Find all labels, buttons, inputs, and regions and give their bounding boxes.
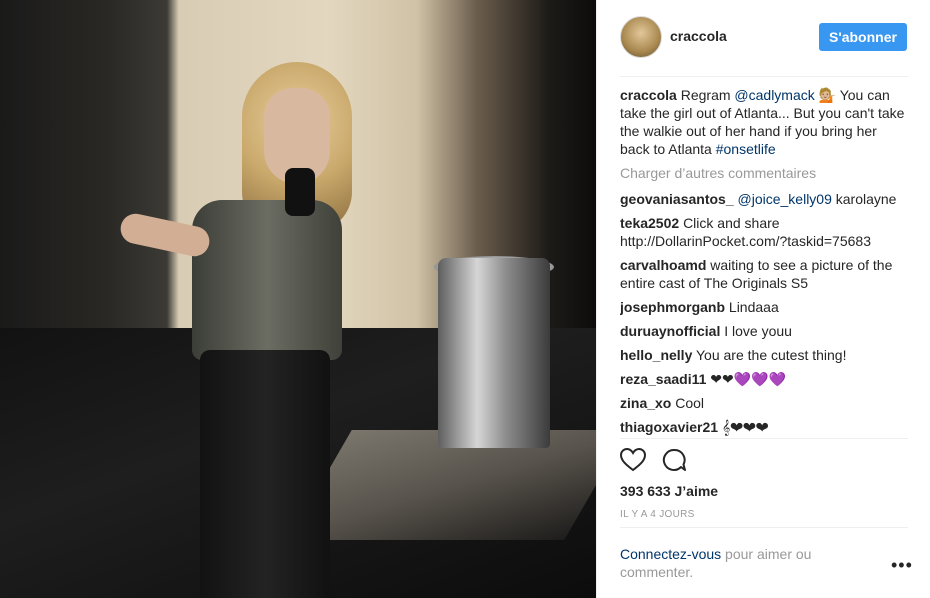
header-divider [620,76,908,77]
comment-username[interactable]: carvalhoamd [620,257,706,273]
comment-text: 𝄞❤❤❤ [721,419,769,435]
login-link[interactable]: Connectez-vous [620,546,721,562]
comment-text: Lindaaa [728,299,779,315]
load-more-comments-link[interactable]: Charger d’autres commentaires [620,164,910,182]
comment: teka2502 Click and share http://Dollarin… [620,214,910,250]
comment-text: karolayne [831,191,897,207]
comment: duruaynofficial I love youu [620,322,910,340]
photo-trash-can [438,258,550,448]
caption-username[interactable]: craccola [620,87,677,103]
comment-text: ❤❤💜💜💜 [710,371,787,387]
avatar[interactable] [620,16,662,58]
comment-text: Cool [675,395,705,411]
post-header: craccola S'abonner [597,0,930,76]
likes-count[interactable]: 393 633 J’aime [620,483,718,499]
post-timestamp[interactable]: IL Y A 4 JOURS [620,509,695,520]
caption-hashtag[interactable]: #onsetlife [716,141,776,157]
photo-walkie-talkie [285,168,315,216]
ellipsis-icon[interactable]: ••• [891,556,913,574]
comment-mention[interactable]: @joice_kelly09 [738,191,832,207]
comment-username[interactable]: zina_xo [620,395,671,411]
comment: zina_xo Cool [620,394,910,412]
action-bar [620,448,688,476]
comment-username[interactable]: josephmorganb [620,299,725,315]
caption-mention[interactable]: @cadlymack [734,87,814,103]
login-prompt: Connectez-vous pour aimer ou commenter. [620,545,860,581]
comment: carvalhoamd waiting to see a picture of … [620,256,910,292]
comment: thiagoxavier21 𝄞❤❤❤ [620,418,910,436]
comment: josephmorganb Lindaaa [620,298,910,316]
post-username[interactable]: craccola [670,28,727,44]
comment-username[interactable]: teka2502 [620,215,679,231]
photo-torso [192,200,342,360]
comment-text: You are the cutest thing! [696,347,847,363]
follow-button[interactable]: S'abonner [819,23,907,51]
comment-username[interactable]: duruaynofficial [620,323,720,339]
photo-legs [200,350,330,598]
caption: craccola Regram @cadlymack 💁🏼 You can ta… [620,86,910,158]
comment: hello_nelly You are the cutest thing! [620,346,910,364]
photo-person [117,40,370,598]
caption-text-before: Regram [680,87,735,103]
comments-divider [620,438,908,439]
comment-username[interactable]: reza_saadi11 [620,371,706,387]
comment-username[interactable]: hello_nelly [620,347,692,363]
comment-username[interactable]: geovaniasantos_ [620,191,734,207]
comment-text: I love youu [724,323,792,339]
comment: reza_saadi11 ❤❤💜💜💜 [620,370,910,388]
post-side-panel: craccola S'abonner craccola Regram @cadl… [596,0,930,598]
comment: geovaniasantos_ @joice_kelly09 karolayne [620,190,910,208]
caption-emoji: 💁🏼 [818,87,837,103]
footer-divider [620,527,908,528]
post-photo[interactable] [0,0,596,598]
heart-icon[interactable] [620,448,646,476]
comment-bubble-icon[interactable] [662,448,688,476]
comments-list: craccola Regram @cadlymack 💁🏼 You can ta… [620,86,910,438]
comment-username[interactable]: thiagoxavier21 [620,419,718,435]
